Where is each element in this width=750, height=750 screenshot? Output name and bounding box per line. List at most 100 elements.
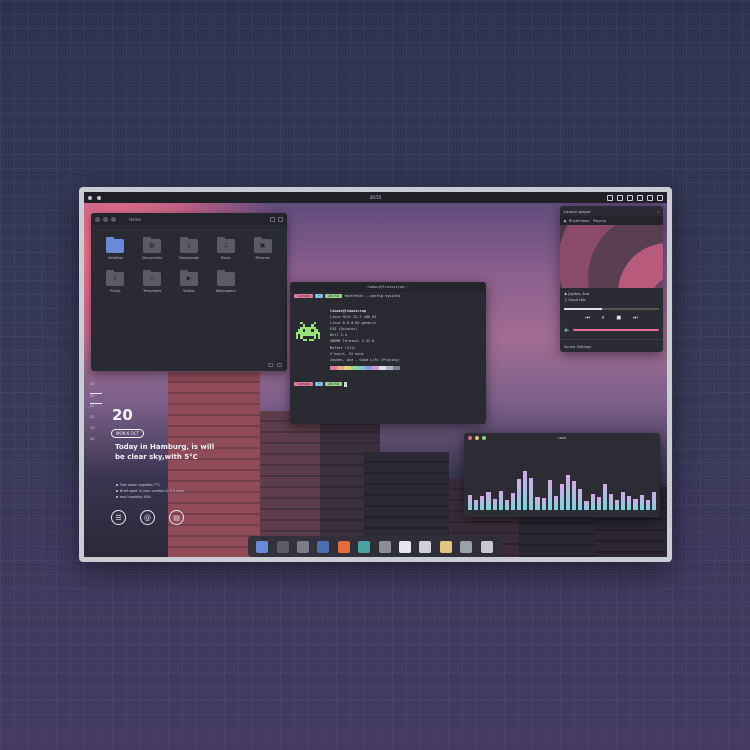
- palette-swatch: [372, 365, 379, 370]
- launch-player[interactable]: Launch player ›: [560, 206, 663, 216]
- palette-swatch: [351, 365, 358, 370]
- folder-public[interactable]: ⇪ Public: [97, 270, 134, 293]
- picture-icon: ▣: [253, 237, 272, 253]
- bluetooth-icon[interactable]: [637, 194, 643, 201]
- database-icon[interactable]: ☰: [111, 510, 126, 525]
- palette-swatch: [330, 365, 337, 370]
- space-invader-logo: [296, 322, 321, 342]
- download-icon: ⤓: [179, 237, 198, 253]
- audio-bar: [615, 500, 620, 510]
- battery-icon[interactable]: [647, 194, 653, 201]
- folder-pictures[interactable]: ▣ Pictures: [244, 237, 281, 260]
- dock-files-icon[interactable]: [297, 540, 310, 553]
- dock-image-viewer-icon[interactable]: [358, 540, 371, 553]
- prompt-line-2[interactable]: linuxs ~ 20:54: [290, 380, 486, 389]
- audio-bar: [523, 471, 528, 510]
- stop-icon[interactable]: ■: [616, 315, 621, 321]
- location-path[interactable]: Home: [129, 217, 141, 222]
- volume-slider[interactable]: [573, 329, 659, 331]
- dock-clock-icon[interactable]: [419, 540, 432, 553]
- text-cursor: [343, 381, 347, 387]
- audio-bar: [608, 494, 613, 510]
- widget-date: 20: [112, 406, 133, 424]
- previous-icon[interactable]: ⏮: [585, 315, 590, 321]
- folder-label: Videos: [183, 289, 195, 293]
- visualizer-window[interactable]: cava: [464, 433, 660, 517]
- calendar-day: 19: [90, 382, 95, 386]
- dock-trash-icon[interactable]: [460, 540, 473, 553]
- power-icon[interactable]: [657, 194, 663, 201]
- close-button[interactable]: [468, 435, 472, 440]
- dock-store-icon[interactable]: [439, 540, 452, 553]
- top-panel: 20:55: [84, 192, 667, 203]
- dock-calendar-icon[interactable]: [399, 540, 412, 553]
- folder-templates[interactable]: ▭ Templates: [134, 270, 171, 293]
- network-icon[interactable]: [617, 194, 623, 201]
- day-pill: MON 6 OCT: [111, 429, 145, 438]
- color-palette: [330, 365, 400, 370]
- folder-videos[interactable]: ▶ Videos: [171, 270, 208, 293]
- workspace-indicator-icon[interactable]: [97, 195, 101, 200]
- folder-music[interactable]: ♫ Music: [207, 237, 244, 260]
- folder-downloads[interactable]: ⤓ Downloads: [171, 237, 208, 260]
- prompt-dir: ~: [314, 382, 324, 387]
- player-tab[interactable]: ▶ Rhythmbox · Playing: [560, 216, 663, 225]
- view-toggle-icon[interactable]: [268, 363, 273, 367]
- audio-bar: [590, 494, 595, 510]
- player-tab-label: Rhythmbox · Playing: [568, 218, 606, 223]
- sort-icon[interactable]: [277, 363, 282, 367]
- minimize-button[interactable]: [475, 435, 479, 440]
- fastfetch-output: linuxs@linuxscrap Linux Mint 22.2 x86_64…: [290, 300, 486, 370]
- audio-bar: [566, 475, 571, 510]
- next-icon[interactable]: ⏭: [633, 315, 638, 321]
- folder-wallpapers[interactable]: Wallpapers: [207, 270, 244, 293]
- dock-firefox-icon[interactable]: [337, 540, 350, 553]
- audio-bar: [517, 479, 522, 510]
- dock-calculator-icon[interactable]: [378, 540, 391, 553]
- audio-bar: [492, 499, 497, 510]
- screenshot-icon[interactable]: [607, 194, 613, 201]
- search-icon[interactable]: [270, 216, 275, 222]
- file-manager-window[interactable]: Home Desktop ▤ Documents ⤓ Downloads ♫ Music ▣ P…: [91, 213, 287, 371]
- dock-workspace-icon[interactable]: [276, 540, 289, 553]
- terminal-window[interactable]: hamani@linuxscrap:~ linuxs ~ 20:54 fastf…: [290, 282, 486, 424]
- minimize-button[interactable]: [103, 216, 108, 222]
- audio-bar: [498, 491, 503, 510]
- maximize-button[interactable]: [482, 435, 486, 440]
- archive-icon[interactable]: ▤: [169, 510, 184, 525]
- dock-cleaner-icon[interactable]: [317, 540, 330, 553]
- sound-settings[interactable]: Sound Settings: [560, 339, 663, 349]
- at-icon[interactable]: @: [140, 510, 155, 525]
- prompt-user: linuxs: [294, 382, 313, 387]
- folder-documents[interactable]: ▤ Documents: [134, 237, 171, 260]
- prompt-line: linuxs ~ 20:54 fastfetch --config sysinf…: [290, 292, 486, 300]
- menu-icon[interactable]: [278, 216, 283, 222]
- launch-player-label: Launch player: [564, 208, 591, 214]
- album-art: [560, 225, 663, 288]
- play-icon: ▶: [564, 218, 567, 223]
- activities-icon[interactable]: [88, 195, 92, 200]
- calendar-day: 20: [90, 393, 102, 404]
- terminal-title: hamani@linuxscrap:~: [290, 282, 486, 292]
- track-icon: ♫: [564, 298, 568, 302]
- panel-clock[interactable]: 20:55: [370, 195, 382, 200]
- sysinfo-line: Jaydes, Ana - Good Life (Playing): [330, 357, 400, 362]
- dock-show-desktop-icon[interactable]: [256, 540, 269, 553]
- audio-bars: [468, 460, 656, 510]
- palette-swatch: [393, 365, 400, 370]
- folder-desktop[interactable]: Desktop: [97, 237, 134, 260]
- pause-icon[interactable]: ⏸: [602, 315, 605, 321]
- maximize-button[interactable]: [111, 216, 116, 222]
- audio-bar: [541, 498, 546, 510]
- dock-settings-icon[interactable]: [480, 540, 493, 553]
- close-button[interactable]: [95, 216, 100, 222]
- palette-swatch: [365, 365, 372, 370]
- artist-name: Jaydes, Ana: [568, 292, 590, 296]
- file-manager-titlebar[interactable]: Home: [91, 213, 287, 225]
- progress-bar[interactable]: [564, 308, 659, 310]
- volume-icon[interactable]: 🔈: [564, 327, 570, 333]
- media-player-popup[interactable]: Launch player › ▶ Rhythmbox · Playing ♟ …: [560, 206, 663, 352]
- sound-icon[interactable]: [627, 194, 633, 201]
- folder-label: Wallpapers: [215, 289, 236, 293]
- weather-tips: Feel warm appetite 7°C Brief sport in you…: [116, 482, 184, 500]
